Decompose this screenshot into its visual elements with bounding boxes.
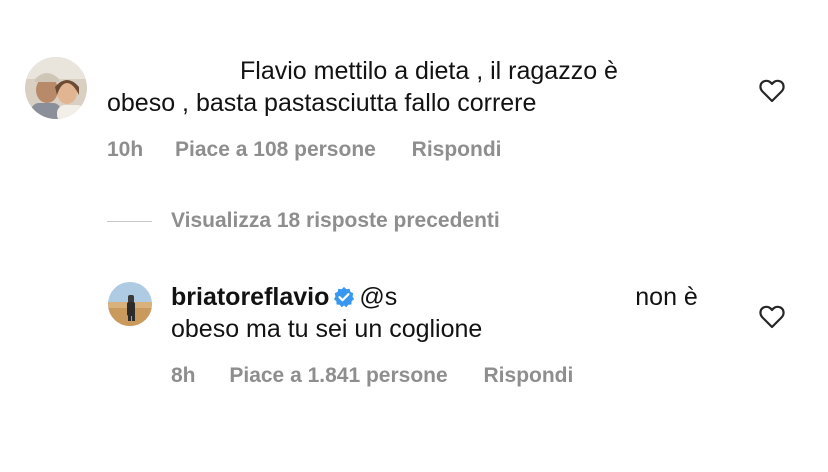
- reply-author-username[interactable]: briatoreflavio: [171, 283, 329, 311]
- comment-timestamp: 10h: [107, 138, 144, 161]
- reply-line-2: obeso ma tu sei un coglione: [171, 315, 483, 343]
- view-previous-replies-button[interactable]: Visualizza 18 risposte precedenti: [171, 208, 500, 234]
- comment-text: Flavio mettilo a dieta , il ragazzo è: [240, 55, 618, 87]
- comment-line-2: obeso , basta pastasciutta fallo correre: [107, 89, 537, 117]
- reply-text: briatoreflavio @s non è: [171, 281, 698, 313]
- comment-text: obeso , basta pastasciutta fallo correre: [107, 87, 536, 119]
- verified-badge-icon: [334, 287, 355, 308]
- comment-line-1: Flavio mettilo a dieta , il ragazzo è: [240, 57, 618, 85]
- replies-divider: [107, 221, 152, 222]
- redacted-area: [397, 286, 588, 311]
- likes-count-link[interactable]: Piace a 108 persone: [175, 138, 376, 161]
- avatar-photo: [108, 282, 152, 326]
- reply-button[interactable]: Rispondi: [412, 138, 502, 161]
- reply-line-1-tail: non è: [635, 283, 698, 311]
- reply-timestamp: 8h: [171, 364, 196, 387]
- comment-meta: 10h Piace a 108 persone Rispondi: [107, 137, 502, 163]
- likes-count-link[interactable]: Piace a 1.841 persone: [229, 364, 447, 387]
- reply-button[interactable]: Rispondi: [484, 364, 574, 387]
- mention-link[interactable]: @s: [359, 283, 397, 311]
- heart-outline-icon[interactable]: [759, 79, 785, 103]
- reply-meta: 8h Piace a 1.841 persone Rispondi: [171, 363, 573, 389]
- avatar-photo: [25, 57, 87, 119]
- reply-author-avatar[interactable]: [108, 282, 152, 326]
- heart-outline-icon[interactable]: [759, 305, 785, 329]
- commenter-avatar[interactable]: [25, 57, 87, 119]
- reply-text: obeso ma tu sei un coglione: [171, 313, 482, 345]
